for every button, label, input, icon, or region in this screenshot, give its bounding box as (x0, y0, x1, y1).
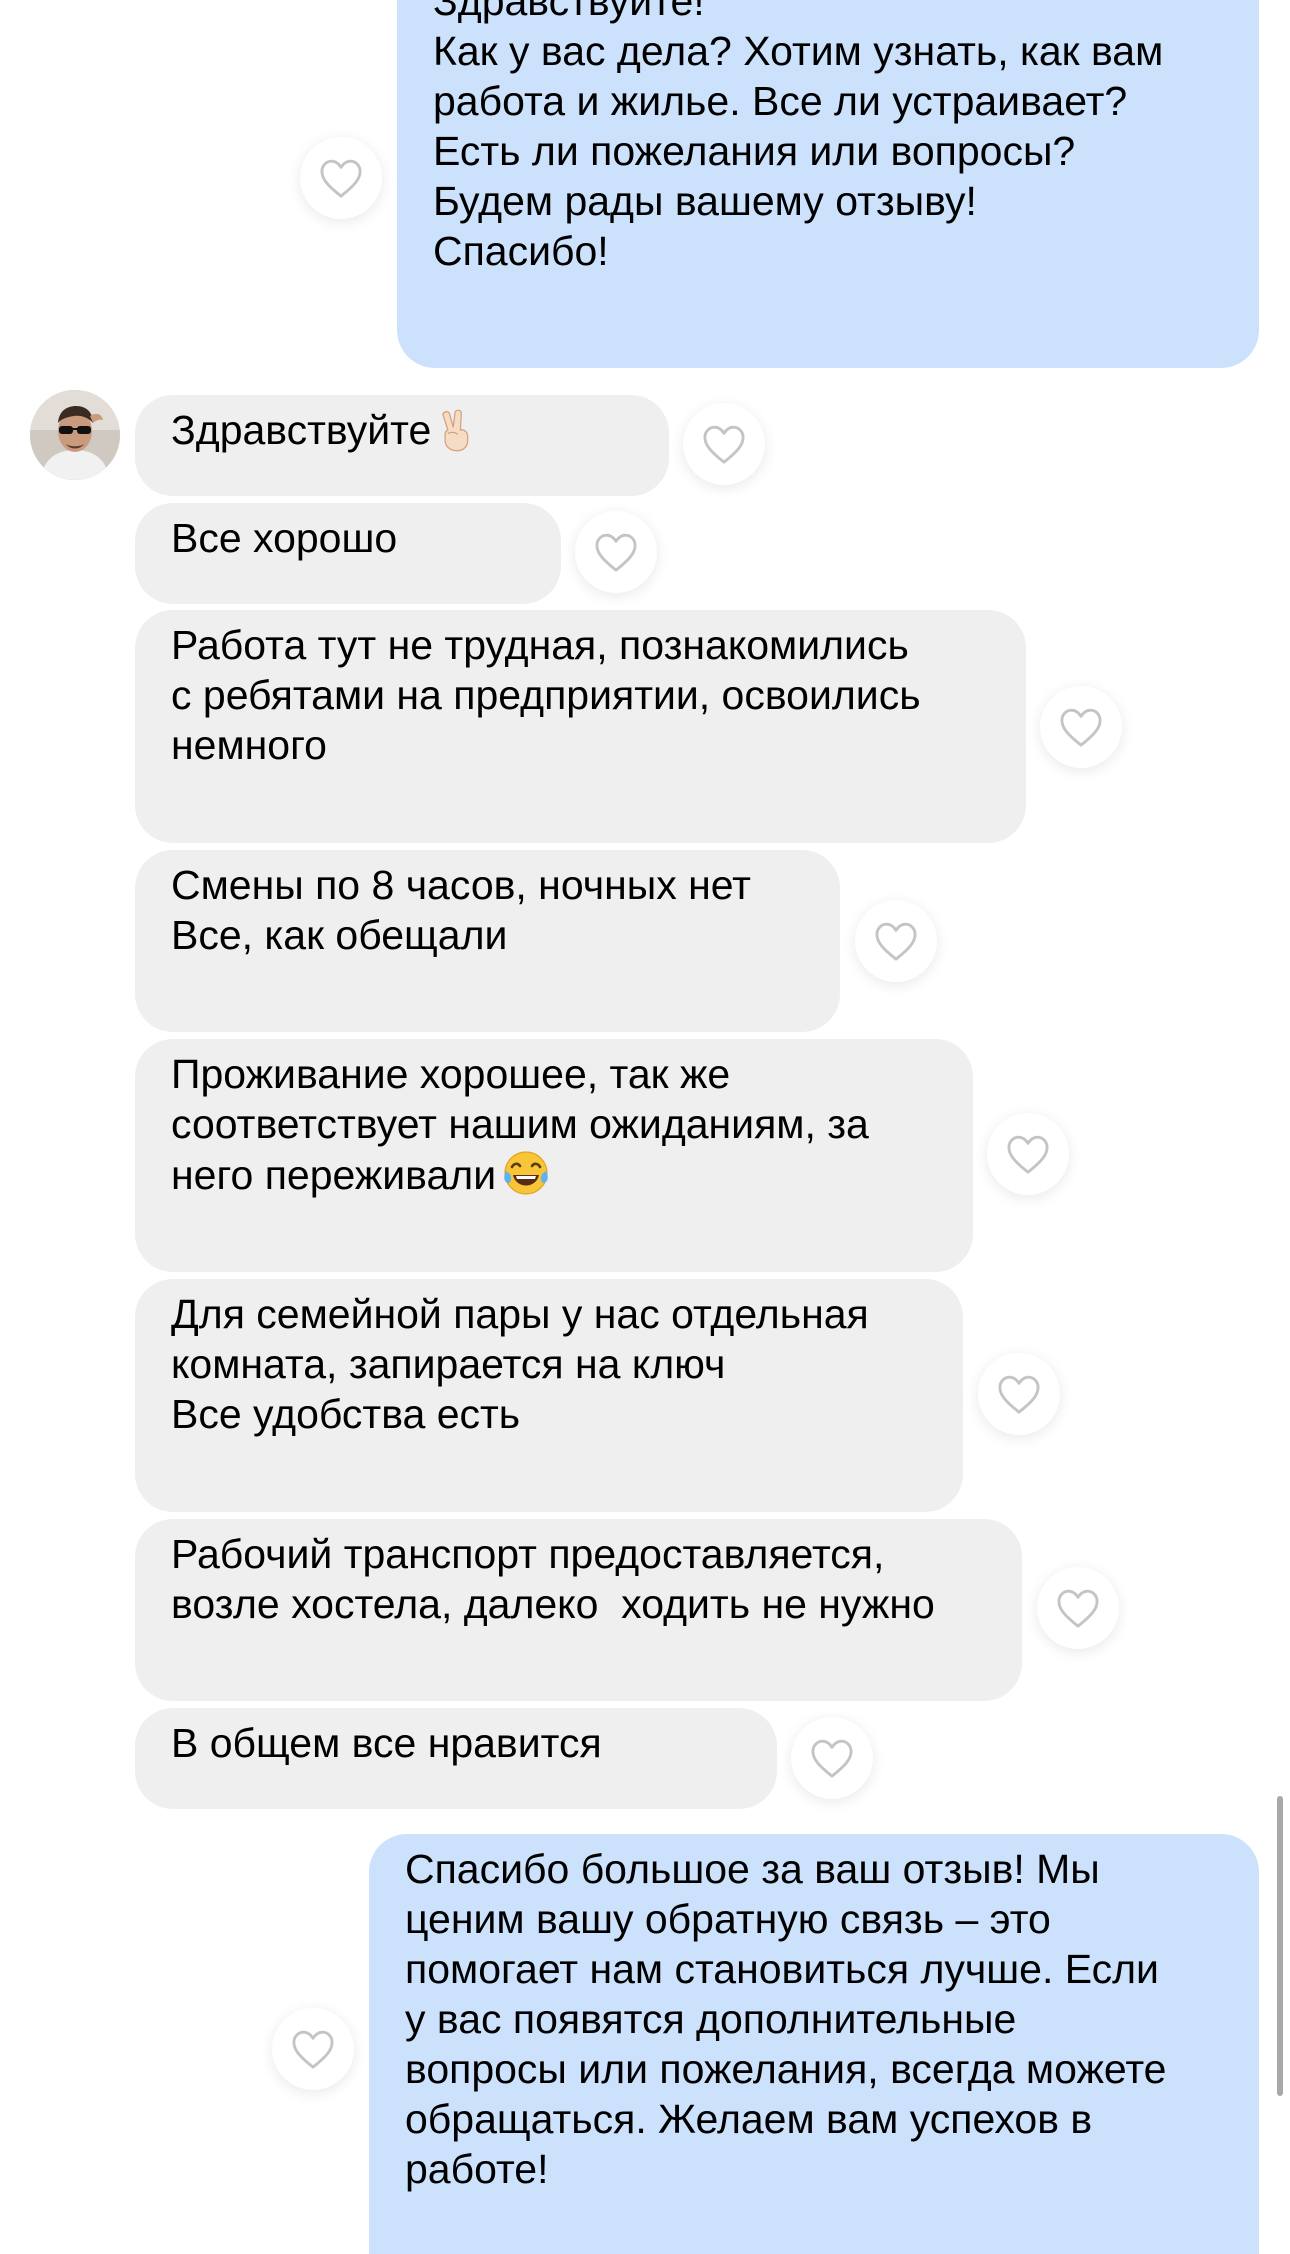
message-line: Рабочий транспорт предоставляется, (171, 1531, 885, 1577)
message-bubble-outgoing[interactable]: Спасибо большое за ваш отзыв! Мы ценим в… (369, 1834, 1259, 2254)
message-bubble-incoming[interactable]: Все хорошо (135, 503, 561, 604)
like-button[interactable] (575, 511, 657, 593)
like-button[interactable] (978, 1353, 1060, 1435)
message-line: Проживание хорошее, так же (171, 1051, 731, 1097)
message-bubble-incoming[interactable]: Проживание хорошее, так же соответствует… (135, 1039, 973, 1272)
avatar-photo (30, 390, 120, 480)
message-line: Спасибо большое за ваш отзыв! Мы (405, 1846, 1100, 1892)
heart-outline-icon (875, 922, 917, 961)
message-bubble-incoming[interactable]: Для семейной пары у нас отдельная комнат… (135, 1279, 963, 1512)
message-bubble-incoming[interactable]: Рабочий транспорт предоставляется, возле… (135, 1519, 1022, 1701)
like-button[interactable] (300, 137, 382, 219)
message-bubble-incoming[interactable]: Работа тут не трудная, познакомились с р… (135, 610, 1026, 843)
heart-outline-icon (1057, 1589, 1099, 1628)
like-button[interactable] (272, 2008, 354, 2090)
message-line: него переживали (171, 1152, 497, 1198)
user-avatar[interactable] (30, 390, 120, 480)
message-line: помогает нам становиться лучше. Если (405, 1946, 1159, 1992)
message-line: Здравствуйте! (433, 0, 705, 24)
like-button[interactable] (855, 900, 937, 982)
message-line: комната, запирается на ключ (171, 1341, 726, 1387)
message-line: возле хостела, далеко ходить не нужно (171, 1581, 935, 1627)
tears-of-joy-emoji (502, 1149, 550, 1208)
like-button[interactable] (1037, 1567, 1119, 1649)
like-button[interactable] (987, 1113, 1069, 1195)
message-line: В общем все нравится (171, 1720, 602, 1766)
message-line: вопросы или пожелания, всегда можете (405, 2046, 1167, 2092)
message-line: работе! (405, 2146, 549, 2192)
message-line: Все хорошо (171, 515, 398, 561)
message-line-with-emoji: Здравствуйте (171, 405, 633, 463)
message-line: Есть ли пожелания или вопросы? (433, 128, 1076, 174)
heart-outline-icon (1007, 1135, 1049, 1174)
message-line: Здравствуйте (171, 407, 432, 453)
like-button[interactable] (1040, 686, 1122, 768)
message-line: обращаться. Желаем вам успехов в (405, 2096, 1093, 2142)
message-line: Будем рады вашему отзыву! (433, 178, 977, 224)
message-line-with-emoji: него переживали (171, 1149, 937, 1208)
heart-outline-icon (703, 425, 745, 464)
message-line: Для семейной пары у нас отдельная (171, 1291, 869, 1337)
message-line: немного (171, 722, 327, 768)
heart-outline-icon (811, 1739, 853, 1778)
message-line: работа и жилье. Все ли устраивает? (433, 78, 1128, 124)
heart-outline-icon (998, 1375, 1040, 1414)
message-line: Все, как обещали (171, 912, 508, 958)
message-bubble-incoming[interactable]: В общем все нравится (135, 1708, 777, 1809)
victory-hand-emoji (437, 408, 473, 463)
message-line: соответствует нашим ожиданиям, за (171, 1101, 869, 1147)
message-line: Как у вас дела? Хотим узнать, как вам (433, 28, 1164, 74)
scrollbar[interactable] (1277, 1796, 1283, 2096)
message-line: Смены по 8 часов, ночных нет (171, 862, 751, 908)
message-line: Работа тут не трудная, познакомились (171, 622, 909, 668)
message-line: с ребятами на предприятии, освоились (171, 672, 921, 718)
message-line: Все удобства есть (171, 1391, 521, 1437)
message-line: Спасибо! (433, 228, 609, 274)
message-bubble-incoming[interactable]: Смены по 8 часов, ночных нет Все, как об… (135, 850, 840, 1032)
message-bubble-incoming[interactable]: Здравствуйте (135, 395, 669, 496)
heart-outline-icon (320, 159, 362, 198)
message-line: ценим вашу обратную связь – это (405, 1896, 1051, 1942)
message-line: у вас появятся дополнительные (405, 1996, 1017, 2042)
message-bubble-outgoing[interactable]: Здравствуйте! Как у вас дела? Хотим узна… (397, 0, 1259, 368)
heart-outline-icon (1060, 708, 1102, 747)
heart-outline-icon (595, 533, 637, 572)
like-button[interactable] (791, 1717, 873, 1799)
heart-outline-icon (292, 2030, 334, 2069)
like-button[interactable] (683, 403, 765, 485)
